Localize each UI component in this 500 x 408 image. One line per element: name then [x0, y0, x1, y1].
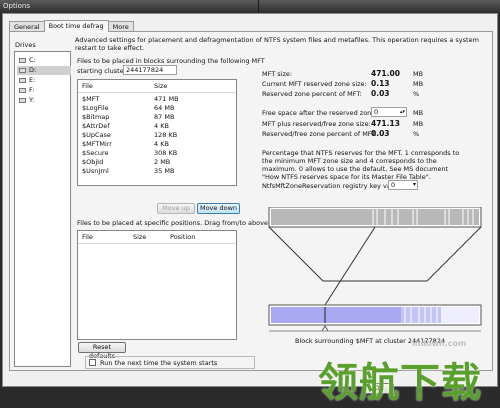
drives-label: Drives [15, 41, 36, 49]
free-after-unit: MB [413, 109, 424, 117]
free-after-input[interactable]: 0 ▴▾ [371, 107, 407, 117]
window-title: Options [3, 2, 31, 10]
drive-item-e[interactable]: E: [17, 76, 71, 85]
reserved-pct-unit: % [413, 90, 420, 98]
mft-plus-label: MFT plus reserved/free zone size: [262, 120, 371, 128]
specific-file-list[interactable]: File Size Position [77, 230, 237, 340]
specific-list-label: Files to be placed at specific positions… [77, 219, 271, 227]
current-reserved-label: Current MFT reserved zone size: [262, 80, 367, 88]
column-header-size[interactable]: Size [133, 233, 146, 241]
header-divider [78, 92, 236, 93]
drive-item-c[interactable]: C: [17, 56, 71, 65]
spin-updown-icon[interactable]: ▴▾ [400, 108, 405, 116]
mft-size-unit: MB [413, 70, 424, 78]
table-row[interactable]: $UpCase 128 KB [78, 131, 236, 140]
drive-icon [19, 78, 26, 83]
current-reserved-value: 0.13 [371, 79, 390, 88]
move-up-button[interactable]: Move up [157, 203, 195, 214]
boot-time-defrag-panel: Drives C: D: E: F: Y: Advanced settings … [9, 31, 493, 371]
column-header-size[interactable]: Size [154, 82, 167, 90]
tab-boot-time-defrag[interactable]: Boot time defrag [43, 20, 109, 32]
description-text: Advanced settings for placement and defr… [75, 36, 479, 52]
column-header-file[interactable]: File [82, 233, 93, 241]
run-next-start-group: Run the next time the system starts [85, 356, 255, 369]
header-divider [78, 243, 236, 244]
title-bar-divider [258, 0, 259, 13]
mft-cluster-input[interactable]: 244177824 [123, 65, 177, 75]
run-next-start-label: Run the next time the system starts [100, 359, 218, 367]
free-after-label: Free space after the reserved zone: [262, 109, 378, 117]
run-next-start-checkbox[interactable] [89, 359, 96, 366]
table-row[interactable]: $MFT 471 MB [78, 95, 236, 104]
mft-cluster-label: starting cluster: [77, 67, 129, 75]
table-row[interactable]: $MFTMirr 4 KB [78, 140, 236, 149]
reserved-pct-value: 0.03 [371, 89, 390, 98]
drive-item-f[interactable]: F: [17, 86, 71, 95]
disk-map-used-area [271, 209, 479, 225]
mft-size-value: 471.00 [371, 69, 400, 78]
chevron-down-icon: ▾ [412, 181, 416, 188]
block-map-fill-partial [401, 307, 441, 323]
zoom-line-right [426, 226, 482, 282]
mft-size-label: MFT size: [262, 70, 293, 78]
mft-plus-unit: MB [413, 120, 424, 128]
registry-key-select[interactable]: 0 ▾ [388, 180, 418, 190]
drive-icon [19, 68, 26, 73]
block-map-free [441, 307, 479, 323]
zoom-line-left [268, 226, 324, 282]
table-row[interactable]: $Secure 308 KB [78, 149, 236, 158]
zoom-line-center [324, 226, 376, 306]
column-header-file[interactable]: File [82, 82, 93, 90]
registry-key-label: NtfsMftZoneReservation registry key valu… [262, 182, 403, 190]
drive-icon [19, 58, 26, 63]
watermark-logo: 领航下载 [318, 360, 482, 406]
reserved-pct-label: Reserved zone percent of MFT: [262, 90, 362, 98]
drive-icon [19, 98, 26, 103]
table-row[interactable]: $ObjId 2 MB [78, 158, 236, 167]
column-header-position[interactable]: Position [170, 233, 195, 241]
mft-file-list[interactable]: File Size $MFT 471 MB $LogFile 64 MB $Bitm… [77, 79, 237, 186]
reserved-free-pct-unit: % [413, 130, 420, 138]
mft-block-diagram [268, 207, 482, 332]
drive-item-y[interactable]: Y: [17, 96, 71, 105]
move-down-button[interactable]: Move down [197, 203, 240, 214]
current-reserved-unit: MB [413, 80, 424, 88]
reserved-free-pct-value: 0.03 [371, 129, 390, 138]
table-row[interactable]: $LogFile 64 MB [78, 104, 236, 113]
drive-item-d[interactable]: D: [17, 66, 71, 75]
reserved-free-pct-label: Reserved/free zone percent of MFT: [262, 130, 377, 138]
table-row[interactable]: $UsnJrnl 35 MB [78, 167, 236, 176]
drives-list[interactable]: C: D: E: F: Y: [14, 51, 71, 367]
title-bar: Options [0, 0, 500, 13]
position-pointer-icon [321, 325, 329, 332]
options-window: General Boot time defrag More Drives C: … [2, 13, 498, 394]
mft-list-label: Files to be placed in blocks surrounding… [77, 57, 265, 65]
table-row[interactable]: $AttrDef 4 KB [78, 122, 236, 131]
drive-icon [19, 88, 26, 93]
watermark-site: lhdown.com [412, 339, 467, 348]
ntfs-reservation-note: Percentage that NTFS reserves for the MF… [262, 149, 460, 181]
mft-plus-value: 471.13 [371, 119, 400, 128]
table-row[interactable]: $Bitmap 87 MB [78, 113, 236, 122]
reset-defaults-button[interactable]: Reset defaults [78, 342, 126, 360]
block-map-fill [271, 307, 401, 323]
